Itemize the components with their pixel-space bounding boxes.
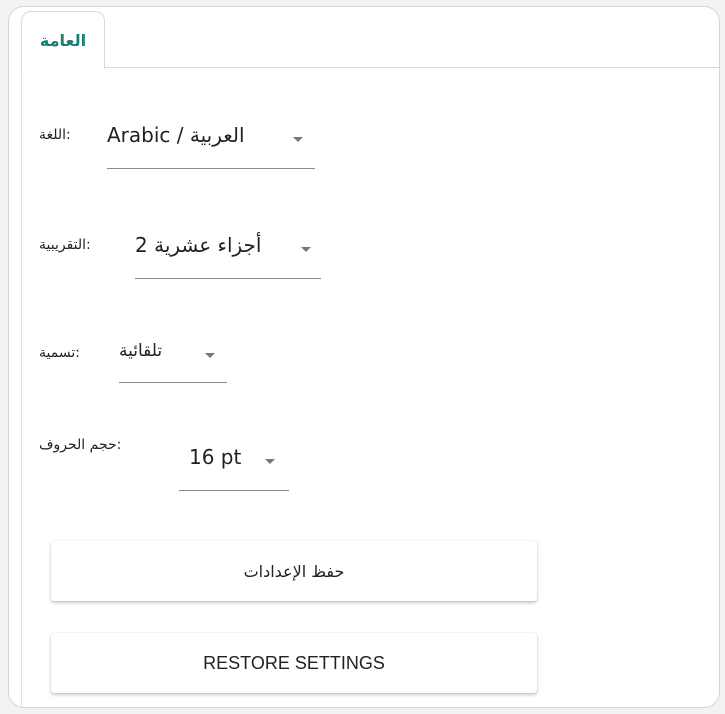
rounding-select-value: أجزاء عشرية 2 [135, 233, 262, 257]
font-size-select[interactable]: 16 pt [179, 439, 289, 491]
language-select-value: Arabic / العربية [107, 123, 245, 147]
chevron-down-icon [265, 459, 275, 464]
tab-general[interactable]: العامة [21, 11, 105, 69]
save-settings-label: حفظ الإعدادات [243, 561, 345, 581]
panel-left-border [21, 69, 22, 707]
rounding-select[interactable]: أجزاء عشرية 2 [135, 227, 321, 279]
font-size-select-value: 16 pt [189, 445, 242, 469]
rounding-label: :التقريبية [39, 237, 91, 253]
language-select[interactable]: Arabic / العربية [107, 117, 315, 169]
tab-bar: العامة [9, 7, 719, 69]
settings-panel: العامة :اللغة Arabic / العربية :التقريبي… [8, 6, 720, 708]
chevron-down-icon [293, 137, 303, 142]
chevron-down-icon [205, 353, 215, 358]
naming-label: :تسمية [39, 345, 80, 361]
naming-select-value: تلقائية [119, 341, 163, 361]
tab-general-label: العامة [39, 31, 87, 50]
language-label: :اللغة [39, 127, 71, 143]
font-size-label: :حجم الحروف [39, 437, 122, 453]
restore-settings-button[interactable]: RESTORE SETTINGS [51, 633, 537, 693]
naming-select[interactable]: تلقائية [119, 335, 227, 383]
chevron-down-icon [301, 247, 311, 252]
save-settings-button[interactable]: حفظ الإعدادات [51, 541, 537, 601]
restore-settings-label: RESTORE SETTINGS [203, 652, 385, 673]
tab-bar-divider [105, 67, 719, 68]
